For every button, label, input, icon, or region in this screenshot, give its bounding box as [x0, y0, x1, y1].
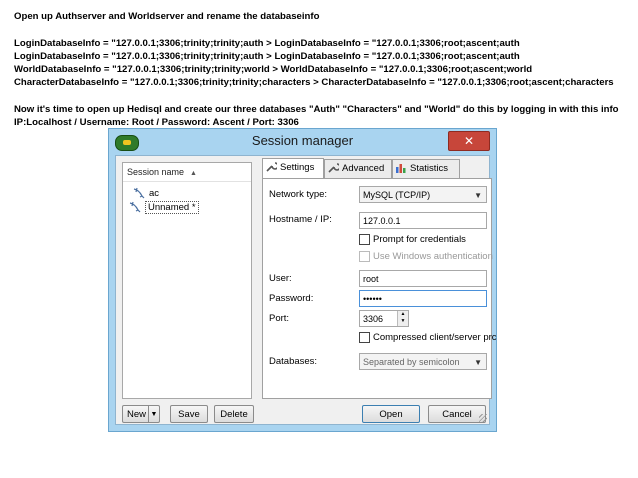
wrench-icon [328, 163, 339, 174]
config-line: WorldDatabaseInfo = "127.0.0.1;3306;trin… [14, 64, 533, 75]
session-name-column-header[interactable]: Session name ▲ [123, 163, 251, 182]
bar-chart-icon [396, 164, 406, 174]
windows-auth-checkbox[interactable]: Use Windows authentication [359, 251, 493, 263]
new-button[interactable]: New ▼ [122, 405, 160, 423]
session-list[interactable]: Session name ▲ ac Unnamed * [122, 162, 252, 399]
window-client-area: Session name ▲ ac Unnamed * Settings Adva… [115, 155, 497, 425]
instructions: Open up Authserver and Worldserver and r… [14, 10, 628, 129]
config-line: CharacterDatabaseInfo = "127.0.0.1;3306;… [14, 77, 614, 88]
session-item-label: ac [149, 188, 160, 199]
tab-label: Settings [280, 162, 315, 173]
close-button[interactable]: ✕ [448, 131, 490, 151]
session-manager-window: Session manager ✕ Session name ▲ ac Unnam… [108, 128, 497, 432]
hostname-label: Hostname / IP: [269, 214, 332, 225]
databases-select[interactable]: Separated by semicolon ▼ [359, 353, 487, 370]
save-button[interactable]: Save [170, 405, 208, 423]
resize-grip-icon[interactable] [479, 414, 487, 422]
hostname-input[interactable]: 127.0.0.1 [359, 212, 487, 229]
network-type-value: MySQL (TCP/IP) [363, 190, 431, 200]
open-button[interactable]: Open [362, 405, 420, 423]
session-item-ac[interactable]: ac [133, 187, 159, 201]
doc-heading: Open up Authserver and Worldserver and r… [14, 11, 320, 22]
instruction-text: Now it's time to open up Hedisql and cre… [14, 104, 619, 115]
checkbox-label: Compressed client/server prc [373, 332, 497, 344]
compressed-protocol-checkbox[interactable]: Compressed client/server prc [359, 332, 497, 344]
cancel-button[interactable]: Cancel [428, 405, 486, 423]
column-header-label: Session name [127, 167, 185, 177]
config-line: LoginDatabaseInfo = "127.0.0.1;3306;trin… [14, 51, 520, 62]
password-input[interactable]: •••••• [359, 290, 487, 307]
tab-settings[interactable]: Settings [262, 158, 324, 179]
tab-advanced[interactable]: Advanced [324, 159, 392, 178]
checkbox-box [359, 251, 370, 262]
port-label: Port: [269, 313, 290, 324]
settings-panel: Network type: MySQL (TCP/IP) ▼ Hostname … [262, 178, 497, 399]
chevron-down-icon: ▼ [474, 358, 482, 367]
checkbox-label: Prompt for credentials [373, 234, 466, 246]
title-bar[interactable]: Session manager ✕ [109, 129, 496, 155]
session-item-label: Unnamed * [145, 201, 199, 214]
chevron-down-icon: ▼ [474, 191, 482, 200]
user-input[interactable]: root [359, 270, 487, 287]
dropdown-arrow-icon[interactable]: ▼ [148, 406, 159, 422]
window-title: Session manager [251, 133, 354, 148]
databases-label: Databases: [269, 356, 318, 367]
tab-statistics[interactable]: Statistics [392, 159, 460, 178]
tab-label: Statistics [410, 163, 449, 174]
button-label: New [127, 409, 147, 420]
password-label: Password: [269, 293, 314, 304]
delete-button[interactable]: Delete [214, 405, 254, 423]
wrench-icon [266, 162, 277, 173]
port-stepper[interactable]: 3306 ▲ ▼ [359, 310, 409, 327]
databases-value: Separated by semicolon [363, 357, 460, 367]
user-label: User: [269, 273, 292, 284]
sort-ascending-icon: ▲ [190, 170, 197, 177]
network-type-select[interactable]: MySQL (TCP/IP) ▼ [359, 186, 487, 203]
tab-label: Advanced [342, 163, 385, 174]
config-line: LoginDatabaseInfo = "127.0.0.1;3306;trin… [14, 38, 520, 49]
network-type-label: Network type: [269, 189, 328, 200]
session-item-unnamed[interactable]: Unnamed * [129, 201, 199, 215]
dolphin-icon [129, 202, 141, 213]
checkbox-label: Use Windows authentication [373, 251, 493, 263]
spin-arrows-icon[interactable]: ▲ ▼ [397, 311, 408, 326]
port-value: 3306 [363, 314, 384, 324]
checkbox-box [359, 332, 370, 343]
checkbox-box [359, 234, 370, 245]
dolphin-icon [133, 188, 145, 199]
prompt-credentials-checkbox[interactable]: Prompt for credentials [359, 234, 466, 246]
